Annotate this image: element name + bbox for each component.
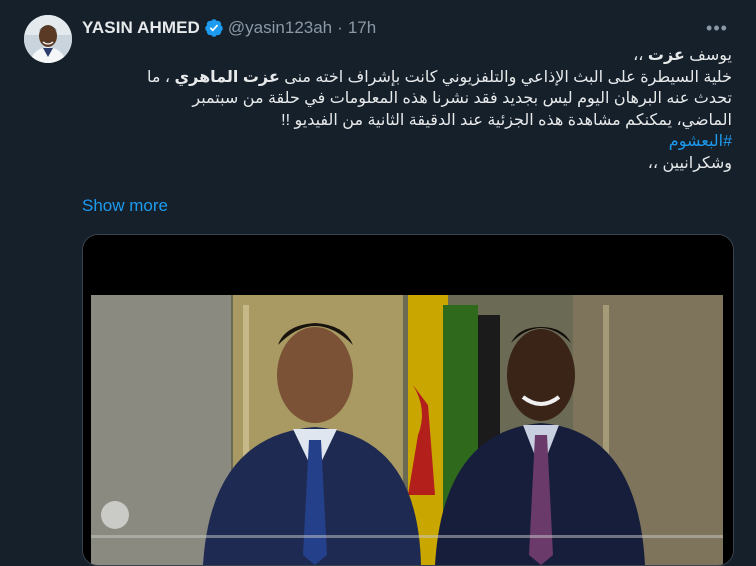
verified-badge-icon xyxy=(204,18,224,38)
avatar-photo xyxy=(24,15,72,63)
tweet-line: وشكرانيين ،، xyxy=(647,154,732,172)
tweet-line: الماضي، يمكنكم مشاهدة هذه الجزئية عند ال… xyxy=(281,111,732,129)
tweet-text: يوسف عزت ،، خلية السيطرة على البث الإذاع… xyxy=(82,45,732,174)
more-options-button[interactable]: ••• xyxy=(704,16,730,40)
header-separator: · xyxy=(337,18,343,37)
avatar[interactable] xyxy=(24,15,72,63)
post-time[interactable]: 17h xyxy=(348,18,376,38)
author-name[interactable]: YASIN AHMED xyxy=(82,18,200,38)
hashtag-link[interactable]: #البعشوم xyxy=(669,133,732,150)
tweet-line: خلية السيطرة على البث الإذاعي والتلفزيون… xyxy=(146,68,732,86)
video-player[interactable] xyxy=(82,234,734,566)
show-more-link[interactable]: Show more xyxy=(82,196,168,216)
tweet-line: تحدث عنه البرهان اليوم ليس بجديد فقد نشر… xyxy=(192,90,732,107)
video-frame xyxy=(83,235,733,565)
more-horizontal-icon: ••• xyxy=(706,17,728,38)
author-handle[interactable]: @yasin123ah xyxy=(228,18,332,38)
tweet-header: YASIN AHMED @yasin123ah · 17h xyxy=(82,17,376,39)
tweet-line: يوسف عزت ،، xyxy=(633,47,732,64)
